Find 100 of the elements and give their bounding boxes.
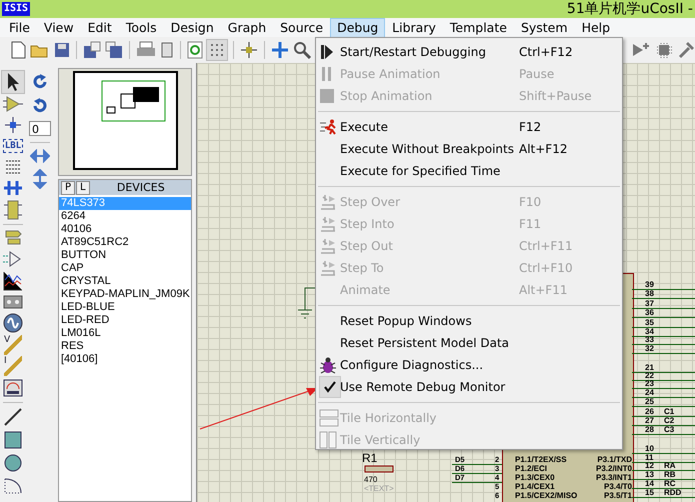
play-icon — [319, 43, 335, 61]
device-list-item[interactable]: 40106 — [59, 223, 191, 236]
menu-option[interactable]: Execute for Specified Time — [316, 160, 622, 182]
device-list-item[interactable]: 6264 — [59, 210, 191, 223]
pin-number: 22 — [645, 371, 654, 380]
refresh-icon[interactable] — [187, 41, 203, 59]
grid-icon[interactable] — [207, 40, 227, 60]
menu-option[interactable]: Use Remote Debug Monitor — [316, 376, 622, 398]
hammer-icon[interactable] — [677, 41, 695, 59]
menu-option[interactable]: Start/Restart Debugging Ctrl+F12 — [316, 41, 622, 63]
pin-number: 21 — [645, 363, 654, 372]
device-list-item[interactable]: AT89C51RC2 — [59, 236, 191, 249]
menu-item[interactable]: Graph — [220, 18, 274, 38]
line-tool-icon[interactable] — [2, 406, 24, 428]
menu-item[interactable]: Help — [574, 18, 618, 38]
resistor-symbol — [364, 465, 394, 473]
bus-icon[interactable] — [2, 178, 24, 198]
pin-name: P3.3/INT1 — [596, 473, 632, 482]
pin-name: P1.2/ECI — [515, 464, 548, 473]
device-list-item[interactable]: RES — [59, 340, 191, 353]
graph-icon[interactable] — [2, 270, 24, 292]
resistor-reference: R1 — [362, 451, 378, 465]
menu-item[interactable]: Source — [273, 18, 330, 38]
device-list-item[interactable]: LED-RED — [59, 314, 191, 327]
generator-icon[interactable] — [2, 312, 24, 334]
device-list-item[interactable]: [40106] — [59, 353, 191, 366]
pin-number: 27 — [645, 416, 654, 425]
running-figure-icon — [319, 119, 337, 135]
menu-item[interactable]: Tools — [118, 18, 164, 38]
voltage-probe-icon[interactable]: V — [4, 335, 22, 355]
pin-number: 36 — [645, 308, 654, 317]
resistor-value: 470 — [364, 475, 378, 484]
net-label: RA — [664, 461, 676, 470]
rotation-angle-field[interactable]: 0 — [29, 121, 51, 136]
import-icon[interactable] — [83, 41, 101, 59]
page-icon[interactable] — [160, 41, 174, 59]
wire-label-icon[interactable]: LBL — [2, 139, 24, 153]
device-list-item[interactable]: LM016L — [59, 327, 191, 340]
virtual-instrument-icon[interactable] — [2, 377, 24, 399]
step-icon — [319, 237, 337, 255]
menu-item[interactable]: Template — [442, 18, 514, 38]
export-icon[interactable] — [105, 41, 123, 59]
origin-icon[interactable] — [240, 41, 258, 59]
net-label: RC — [664, 479, 676, 488]
chip-icon[interactable] — [655, 41, 673, 59]
pin-number: 13 — [645, 470, 654, 479]
menu-item[interactable]: View — [36, 18, 81, 38]
pin-name: P3.4/T0 — [604, 482, 632, 491]
menu-item[interactable]: File — [2, 18, 37, 38]
box-tool-icon[interactable] — [2, 429, 24, 451]
stop-icon — [319, 88, 335, 104]
device-list-item[interactable]: BUTTON — [59, 249, 191, 262]
menu-item[interactable]: Edit — [80, 18, 119, 38]
tape-recorder-icon[interactable] — [2, 293, 24, 311]
rotate-counterclockwise-icon[interactable] — [31, 97, 49, 115]
menu-option[interactable]: Configure Diagnostics... — [316, 354, 622, 376]
menu-item[interactable]: System — [514, 18, 575, 38]
pin-number: 37 — [645, 299, 654, 308]
menu-option[interactable]: Reset Popup Windows — [316, 310, 622, 332]
device-tab[interactable]: P — [61, 180, 76, 194]
pin-number: 15 — [645, 488, 654, 497]
pin-number: 34 — [645, 327, 654, 336]
resistor-text-placeholder: <TEXT> — [364, 484, 394, 493]
component-arrow-icon[interactable] — [631, 41, 651, 59]
device-tab[interactable]: L — [76, 180, 90, 194]
device-list-item[interactable]: CRYSTAL — [59, 275, 191, 288]
overview-panel[interactable] — [58, 68, 192, 176]
print-icon[interactable] — [136, 41, 156, 59]
window-title: 51单片机学uCosII - — [566, 0, 693, 18]
bug-icon — [319, 356, 337, 374]
net-label: RDD — [664, 488, 682, 497]
net-label: C1 — [664, 407, 674, 416]
mirror-horizontal-icon[interactable] — [30, 149, 50, 163]
zoom-in-icon[interactable] — [293, 41, 311, 59]
pin-number: 12 — [645, 461, 654, 470]
menu-item[interactable]: Design — [164, 18, 221, 38]
subcircuit-icon[interactable] — [2, 199, 24, 221]
pin-number: 39 — [645, 280, 654, 289]
save-icon[interactable] — [54, 42, 70, 58]
rotate-clockwise-icon[interactable] — [31, 73, 49, 91]
menu-option[interactable]: Execute F12 — [316, 116, 622, 138]
device-list-item[interactable]: LED-BLUE — [59, 301, 191, 314]
current-probe-icon[interactable]: I — [4, 356, 22, 376]
junction-icon[interactable] — [2, 115, 24, 135]
new-file-icon[interactable] — [10, 41, 26, 59]
menu-option[interactable]: Execute Without Breakpoints Alt+F12 — [316, 138, 622, 160]
device-list-item[interactable]: CAP — [59, 262, 191, 275]
menu-item[interactable]: Debug — [330, 18, 386, 38]
devices-title: DEVICES — [116, 181, 166, 194]
mirror-vertical-icon[interactable] — [33, 169, 47, 189]
device-list-item[interactable]: KEYPAD-MAPLIN_JM09K — [59, 288, 191, 301]
pan-icon[interactable] — [271, 41, 289, 59]
menu-item[interactable]: Library — [385, 18, 443, 38]
step-icon — [319, 259, 337, 277]
pin-number: 26 — [645, 407, 654, 416]
menu-option[interactable]: Reset Persistent Model Data — [316, 332, 622, 354]
pin-number: 33 — [645, 335, 654, 344]
circle-tool-icon[interactable] — [2, 452, 24, 474]
component-icon[interactable] — [2, 94, 24, 114]
pin-number: 10 — [645, 444, 654, 453]
